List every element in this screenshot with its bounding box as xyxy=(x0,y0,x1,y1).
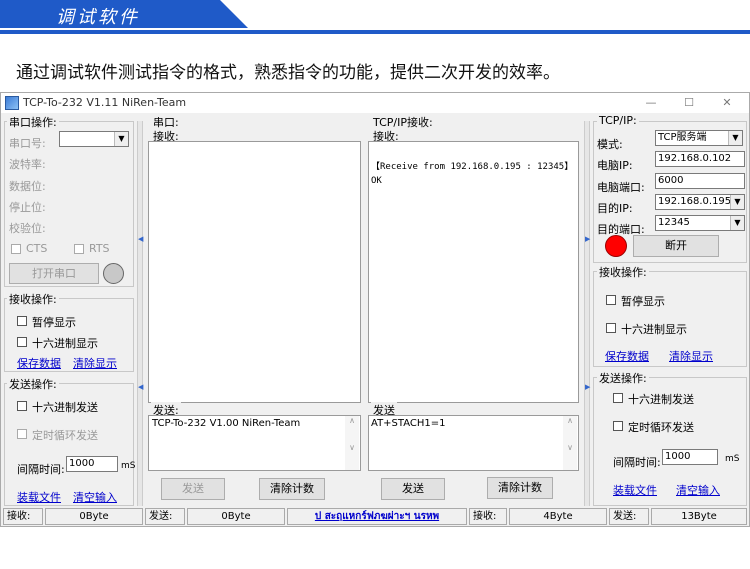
pc-port-input[interactable]: 6000 xyxy=(655,173,745,189)
hex-send-left-label: 十六进制发送 xyxy=(32,401,98,414)
header-title: 调试软件 xyxy=(56,7,140,28)
interval-left-unit: mS xyxy=(121,461,136,471)
tcp-send-input[interactable]: AT+STACH1=1 xyxy=(368,415,579,471)
stopbits-label: 停止位: xyxy=(9,201,46,214)
open-serial-button[interactable]: 打开串口 xyxy=(9,263,99,284)
parity-label: 校验位: xyxy=(9,222,46,235)
app-window: TCP-To-232 V1.11 NiRen-Team — ☐ ✕ 串口操作: … xyxy=(0,92,750,527)
dest-ip-value: 192.168.0.195 xyxy=(658,196,732,207)
hex-display-left-checkbox[interactable] xyxy=(17,337,27,347)
hex-send-right-label: 十六进制发送 xyxy=(628,393,694,406)
disconnect-button[interactable]: 断开 xyxy=(633,235,719,257)
header-banner: 调试软件 xyxy=(0,0,750,38)
hex-display-right-label: 十六进制显示 xyxy=(621,323,687,336)
save-data-left-link[interactable]: 保存数据 xyxy=(17,355,61,371)
window-title: TCP-To-232 V1.11 NiRen-Team xyxy=(23,96,187,109)
rts-checkbox[interactable] xyxy=(74,244,84,254)
status-send1-label: 发送: xyxy=(145,508,185,525)
loop-send-left-checkbox[interactable] xyxy=(17,429,27,439)
cts-checkbox[interactable] xyxy=(11,244,21,254)
intro-text: 通过调试软件测试指令的格式，熟悉指令的功能，提供二次开发的效率。 xyxy=(16,63,560,83)
interval-right-input[interactable]: 1000 xyxy=(662,449,718,465)
dest-ip-label: 目的IP: xyxy=(597,202,633,215)
tcp-send-button[interactable]: 发送 xyxy=(381,478,445,500)
load-file-right-link[interactable]: 装载文件 xyxy=(613,482,657,498)
interval-right-unit: mS xyxy=(725,454,740,464)
send-ops-left-title: 发送操作: xyxy=(7,376,59,392)
interval-right-label: 间隔时间: xyxy=(613,456,661,469)
loop-send-right-label: 定时循环发送 xyxy=(628,421,694,434)
send-ops-right-title: 发送操作: xyxy=(597,370,649,386)
clear-input-left-link[interactable]: 清空输入 xyxy=(73,489,117,505)
mode-label: 模式: xyxy=(597,138,623,151)
recv-ops-left-title: 接收操作: xyxy=(7,291,59,307)
chevron-down-icon: ▼ xyxy=(728,131,742,145)
serial-send-input[interactable]: TCP-To-232 V1.00 NiRen-Team xyxy=(148,415,361,471)
mode-value: TCP服务端 xyxy=(658,132,707,143)
clear-display-left-link[interactable]: 清除显示 xyxy=(73,355,117,371)
status-recv2-label: 接收: xyxy=(469,508,507,525)
pause-display-left-checkbox[interactable] xyxy=(17,316,27,326)
status-send2-value: 13Byte xyxy=(651,508,747,525)
databits-label: 数据位: xyxy=(9,180,46,193)
serial-send-button[interactable]: 发送 xyxy=(161,478,225,500)
pause-display-right-checkbox[interactable] xyxy=(606,295,616,305)
chevron-down-icon: ▼ xyxy=(730,216,744,230)
loop-send-left-label: 定时循环发送 xyxy=(32,429,98,442)
chevron-down-icon: ▼ xyxy=(730,195,744,209)
pause-display-right-label: 暂停显示 xyxy=(621,295,665,308)
left-splitter[interactable]: ◀ ◀ xyxy=(137,121,143,506)
loop-send-right-checkbox[interactable] xyxy=(613,421,623,431)
maximize-icon[interactable]: ☐ xyxy=(675,94,703,112)
status-link[interactable]: ป สะฤแหกร์ฟภฆผ่าะฯ นรหพ xyxy=(287,508,467,525)
status-bar: 接收: 0Byte 发送: 0Byte ป สะฤแหกร์ฟภฆผ่าะฯ น… xyxy=(1,508,749,526)
clear-input-right-link[interactable]: 清空输入 xyxy=(676,482,720,498)
tcp-clear-count-button[interactable]: 清除计数 xyxy=(487,477,553,499)
status-send1-value: 0Byte xyxy=(187,508,285,525)
close-icon[interactable]: ✕ xyxy=(713,94,741,112)
status-recv2-value: 4Byte xyxy=(509,508,607,525)
serial-send-scrollbar[interactable]: ∧ ∨ xyxy=(345,416,359,470)
pc-ip-input[interactable]: 192.168.0.102 xyxy=(655,151,745,167)
status-recv1-label: 接收: xyxy=(3,508,43,525)
minimize-icon[interactable]: — xyxy=(637,94,665,112)
status-recv1-value: 0Byte xyxy=(45,508,143,525)
chevron-down-icon: ▼ xyxy=(114,132,128,146)
hex-display-left-label: 十六进制显示 xyxy=(32,337,98,350)
pc-port-label: 电脑端口: xyxy=(597,181,645,194)
interval-left-label: 间隔时间: xyxy=(17,463,65,476)
hex-send-right-checkbox[interactable] xyxy=(613,393,623,403)
pc-ip-label: 电脑IP: xyxy=(597,159,633,172)
serial-receive-area[interactable] xyxy=(148,141,361,403)
clear-display-right-link[interactable]: 清除显示 xyxy=(669,348,713,364)
hex-send-left-checkbox[interactable] xyxy=(17,401,27,411)
tcp-receive-area[interactable]: 【Receive from 192.168.0.195 : 12345】 OK xyxy=(368,141,579,403)
load-file-left-link[interactable]: 装载文件 xyxy=(17,489,61,505)
status-send2-label: 发送: xyxy=(609,508,649,525)
pause-display-left-label: 暂停显示 xyxy=(32,316,76,329)
title-bar[interactable]: TCP-To-232 V1.11 NiRen-Team — ☐ ✕ xyxy=(1,93,749,113)
port-select[interactable]: ▼ xyxy=(59,131,129,147)
dest-port-value: 12345 xyxy=(658,217,690,228)
serial-ops-title: 串口操作: xyxy=(7,114,59,130)
recv-ops-right-title: 接收操作: xyxy=(597,264,649,280)
port-label: 串口号: xyxy=(9,137,46,150)
interval-left-input[interactable]: 1000 xyxy=(66,456,118,472)
right-splitter[interactable]: ▶ ▶ xyxy=(584,121,590,506)
tcp-status-indicator xyxy=(605,235,627,257)
mode-select[interactable]: TCP服务端 ▼ xyxy=(655,130,743,146)
tcp-send-scrollbar[interactable]: ∧ ∨ xyxy=(563,416,577,470)
header-rule xyxy=(0,30,750,34)
serial-status-indicator xyxy=(103,263,124,284)
baud-label: 波特率: xyxy=(9,158,46,171)
save-data-right-link[interactable]: 保存数据 xyxy=(605,348,649,364)
hex-display-right-checkbox[interactable] xyxy=(606,323,616,333)
cts-label: CTS xyxy=(26,242,48,255)
tcpip-title: TCP/IP: xyxy=(597,114,639,127)
app-icon xyxy=(5,96,19,110)
serial-clear-count-button[interactable]: 清除计数 xyxy=(259,478,325,500)
dest-port-select[interactable]: 12345 ▼ xyxy=(655,215,745,231)
dest-ip-select[interactable]: 192.168.0.195 ▼ xyxy=(655,194,745,210)
rts-label: RTS xyxy=(89,242,110,255)
